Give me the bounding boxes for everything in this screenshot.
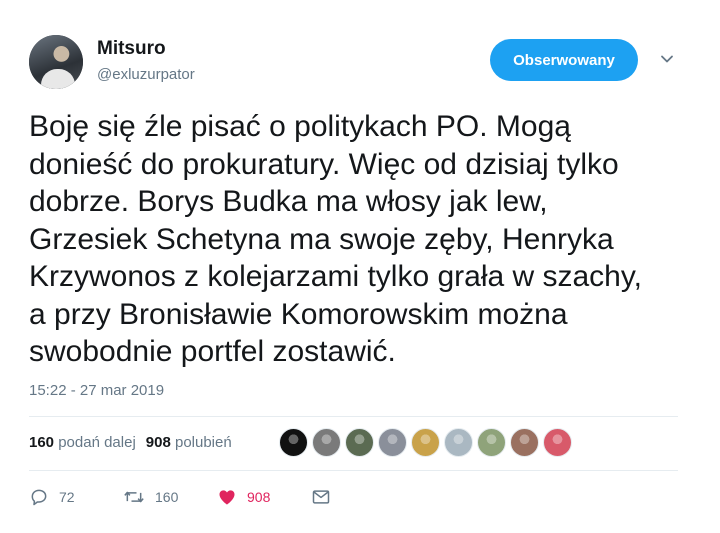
tweet-text: Boję się źle pisać o politykach PO. Mogą… <box>29 108 709 371</box>
likes-count: 908 <box>145 434 171 451</box>
liker-avatar[interactable] <box>378 428 407 457</box>
retweets-label: podań dalej <box>58 434 136 451</box>
following-button[interactable]: Obserwowany <box>490 39 638 81</box>
likers-avatars <box>279 428 572 457</box>
tweet-timestamp[interactable]: 15:22 - 27 mar 2019 <box>29 382 164 399</box>
liker-avatar[interactable] <box>279 428 308 457</box>
liker-avatar[interactable] <box>312 428 341 457</box>
likes-label: polubień <box>174 434 232 451</box>
retweets-stat[interactable]: 160 podań dalej <box>29 434 136 451</box>
liker-avatar[interactable] <box>510 428 539 457</box>
retweet-count: 160 <box>155 489 179 505</box>
tweet-line: Boję się źle pisać o politykach PO. Mogą <box>29 110 571 143</box>
divider <box>29 470 678 471</box>
liker-avatar[interactable] <box>543 428 572 457</box>
reply-button[interactable]: 72 <box>29 487 75 507</box>
tweet-line: donieść do prokuratury. Więc od dzisiaj … <box>29 147 619 181</box>
tweet-line: swobodnie portfel zostawić. <box>29 335 396 368</box>
liker-avatar[interactable] <box>411 428 440 457</box>
retweet-button[interactable]: 160 <box>123 487 178 507</box>
liker-avatar[interactable] <box>444 428 473 457</box>
chevron-down-icon[interactable] <box>660 52 674 66</box>
liker-avatar[interactable] <box>345 428 374 457</box>
divider <box>29 416 678 417</box>
tweet-stats: 160 podań dalej 908 polubień <box>29 434 232 451</box>
like-count: 908 <box>247 489 271 505</box>
reply-icon <box>31 489 47 506</box>
tweet-line: Krzywonos z kolejarzami tylko grała w sz… <box>29 260 642 293</box>
liker-avatar[interactable] <box>477 428 506 457</box>
tweet-line: dobrze. Borys Budka ma włosy jak lew, <box>29 185 548 218</box>
envelope-icon <box>312 490 330 504</box>
likes-stat[interactable]: 908 polubień <box>146 434 232 451</box>
tweet-line: a przy Bronisławie Komorowskim można <box>29 297 568 331</box>
retweet-icon <box>124 491 144 503</box>
retweets-count: 160 <box>29 434 55 451</box>
user-display-name[interactable]: Mitsuro <box>97 38 166 60</box>
reply-count: 72 <box>59 489 75 505</box>
direct-message-button[interactable] <box>311 487 331 507</box>
heart-icon <box>219 490 235 505</box>
like-button[interactable]: 908 <box>217 487 270 507</box>
tweet-line: Grzesiek Schetyna ma swoje zęby, Henryka <box>29 222 614 256</box>
tweet-actions: 72 160 908 <box>29 487 689 511</box>
user-handle[interactable]: @exluzurpator <box>97 66 195 83</box>
user-avatar[interactable] <box>29 35 83 89</box>
